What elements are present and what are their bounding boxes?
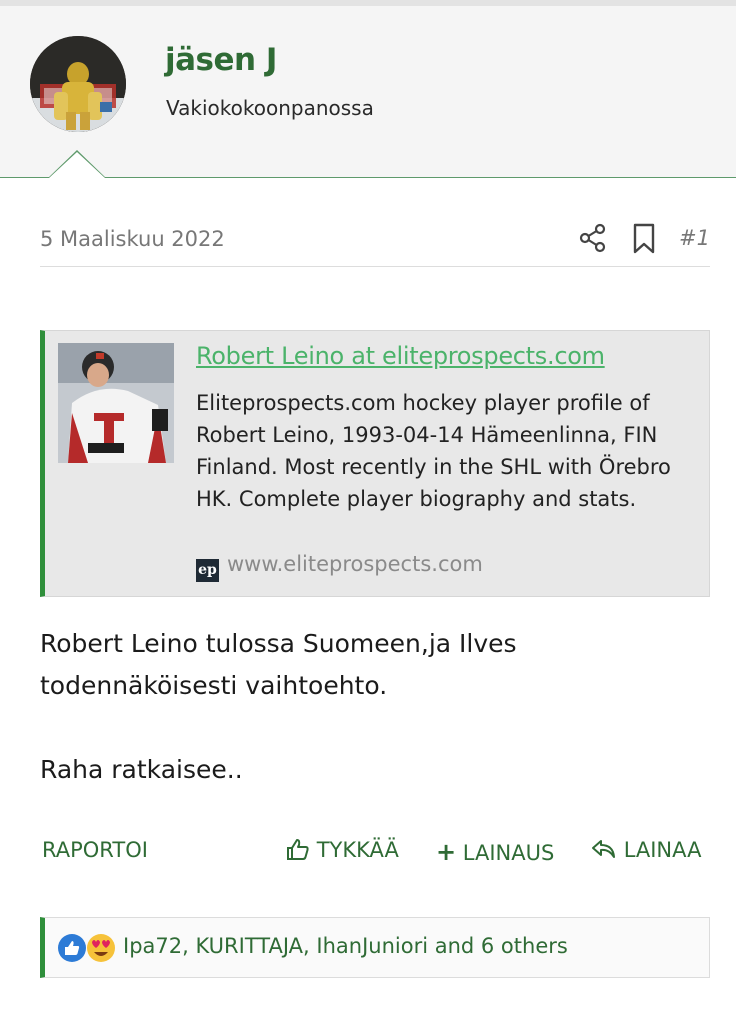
reply-icon	[592, 840, 615, 858]
post-actions: RAPORTOI TYKKÄÄ + LAINAUS LAINAA	[40, 835, 710, 871]
bookmark-icon[interactable]	[630, 223, 658, 255]
like-label: TYKKÄÄ	[316, 838, 399, 862]
reactions-list[interactable]: Ipa72, KURITTAJA, IhanJuniori and 6 othe…	[123, 934, 568, 958]
user-header: jäsen J Vakiokokoonpanossa	[0, 6, 736, 178]
post-body: Robert Leino tulossa Suomeen,ja Ilves to…	[40, 623, 710, 791]
multiquote-button[interactable]: + LAINAUS	[436, 838, 554, 866]
header-pointer-fill	[49, 152, 105, 178]
reaction-icons	[58, 934, 115, 962]
report-button[interactable]: RAPORTOI	[42, 838, 148, 862]
link-preview-title[interactable]: Robert Leino at eliteprospects.com	[196, 342, 605, 370]
like-button[interactable]: TYKKÄÄ	[286, 838, 399, 862]
post-body-line: Raha ratkaisee..	[40, 755, 243, 784]
love-reaction-icon	[87, 934, 115, 962]
username[interactable]: jäsen J	[165, 42, 277, 78]
goalie-photo-icon	[30, 36, 126, 132]
site-domain: www.eliteprospects.com	[227, 552, 483, 576]
thumbs-up-icon	[287, 839, 309, 860]
hockey-player-icon	[58, 343, 174, 463]
link-preview-description: Eliteprospects.com hockey player profile…	[196, 391, 671, 511]
avatar[interactable]	[30, 36, 126, 132]
post-date[interactable]: 5 Maaliskuu 2022	[40, 227, 225, 251]
like-reaction-icon	[58, 934, 86, 962]
user-title: Vakiokokoonpanossa	[166, 96, 374, 120]
link-preview[interactable]: Robert Leino at eliteprospects.com Elite…	[40, 330, 710, 597]
post-number[interactable]: #1	[679, 226, 710, 250]
post-body-line: Robert Leino tulossa Suomeen,ja Ilves to…	[40, 629, 517, 700]
post-meta: 5 Maaliskuu 2022 #1	[40, 223, 710, 267]
player-thumbnail	[58, 343, 174, 463]
eliteprospects-favicon-icon: ep	[196, 559, 219, 582]
quote-button[interactable]: LAINAA	[591, 838, 701, 862]
plus-icon: +	[436, 838, 457, 866]
link-preview-site: ep www.eliteprospects.com	[196, 552, 483, 582]
reactions-bar[interactable]: Ipa72, KURITTAJA, IhanJuniori and 6 othe…	[40, 917, 710, 978]
share-icon[interactable]	[578, 223, 608, 253]
multiquote-label: LAINAUS	[462, 841, 555, 865]
quote-label: LAINAA	[623, 838, 702, 862]
